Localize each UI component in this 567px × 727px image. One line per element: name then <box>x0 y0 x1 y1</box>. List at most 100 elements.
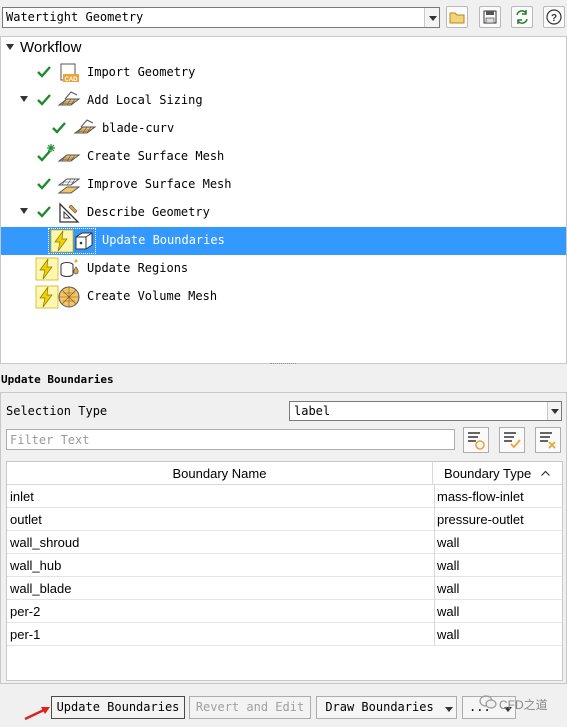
table-row[interactable]: wall_shroud wall <box>7 531 562 554</box>
draw-boundaries-button[interactable]: Draw Boundaries <box>316 696 457 719</box>
folder-icon <box>449 12 465 24</box>
workflow-tree[interactable]: Workflow CAD Import Geometry Add Local S… <box>0 36 567 364</box>
chevron-down-icon[interactable] <box>424 8 439 27</box>
boundary-name-cell: wall_blade <box>10 581 72 596</box>
boundary-name-cell: wall_hub <box>10 558 62 573</box>
expand-icon[interactable] <box>20 96 28 102</box>
update-boundaries-button[interactable]: Update Boundaries <box>51 696 185 719</box>
wechat-icon <box>479 695 497 709</box>
tree-item-label: Update Boundaries <box>102 233 225 247</box>
tree-item-import-geometry[interactable]: CAD Import Geometry <box>1 59 566 87</box>
boundary-type-cell[interactable]: wall <box>434 531 562 554</box>
tree-item-label: Describe Geometry <box>87 205 210 219</box>
svg-text:CAD: CAD <box>65 77 79 83</box>
table-row[interactable]: per-2 wall <box>7 600 562 623</box>
update-boundaries-panel: Selection Type label Boundary Name Bound… <box>0 392 567 684</box>
mesh-sizing-icon <box>57 91 81 106</box>
asterisk-icon <box>47 144 55 152</box>
help-button[interactable]: ? <box>543 6 565 28</box>
table-row[interactable]: inlet mass-flow-inlet <box>7 485 562 508</box>
tree-item-add-local-sizing[interactable]: Add Local Sizing <box>1 87 566 115</box>
tree-item-improve-surface-mesh[interactable]: Improve Surface Mesh <box>1 171 566 199</box>
red-arrow-pointer-icon <box>24 707 50 721</box>
boundary-name-cell: per-2 <box>10 604 41 619</box>
floppy-disk-icon <box>483 10 497 24</box>
lightning-icon <box>35 285 59 309</box>
open-folder-button[interactable] <box>446 6 468 28</box>
expand-icon[interactable] <box>20 208 28 214</box>
tree-item-label: Add Local Sizing <box>87 93 203 107</box>
boundary-name-cell: per-1 <box>10 627 41 642</box>
boundary-table: Boundary Name Boundary Type inlet mass-f… <box>6 461 563 681</box>
save-button[interactable] <box>479 6 501 28</box>
boundary-type-cell[interactable]: mass-flow-inlet <box>434 485 562 508</box>
boundary-name-cell: inlet <box>10 489 34 504</box>
volume-mesh-icon <box>58 286 80 308</box>
refresh-button[interactable] <box>511 6 533 28</box>
table-row[interactable]: per-1 wall <box>7 623 562 646</box>
chevron-down-icon[interactable] <box>445 707 453 712</box>
tree-item-label: Create Surface Mesh <box>87 149 225 163</box>
tree-root-workflow[interactable]: Workflow <box>1 37 566 59</box>
table-row[interactable]: wall_blade wall <box>7 577 562 600</box>
watermark-text: CFD之道 <box>499 698 548 712</box>
filter-input[interactable] <box>6 429 455 450</box>
boundary-type-cell[interactable]: wall <box>434 554 562 577</box>
chevron-down-icon[interactable] <box>547 402 561 420</box>
column-header-boundary-name[interactable]: Boundary Name <box>7 462 433 485</box>
workflow-select[interactable]: Watertight Geometry <box>2 7 440 28</box>
lightning-icon <box>50 229 74 253</box>
clear-list-icon <box>540 432 556 449</box>
tree-item-label: Improve Surface Mesh <box>87 177 232 191</box>
tree-item-update-regions[interactable]: Update Regions <box>1 255 566 283</box>
table-row[interactable]: wall_hub wall <box>7 554 562 577</box>
regions-icon <box>60 259 79 277</box>
boundary-name-cell: outlet <box>10 512 42 527</box>
draw-boundaries-label: Draw Boundaries <box>325 700 434 714</box>
boundary-type-cell[interactable]: wall <box>434 600 562 623</box>
boundary-type-cell[interactable]: wall <box>434 623 562 646</box>
select-filter-button[interactable] <box>463 427 489 453</box>
tree-item-label: Update Regions <box>87 261 189 275</box>
watermark: CFD之道 <box>477 689 565 717</box>
tree-item-blade-curv[interactable]: blade-curv <box>1 115 566 143</box>
boundary-type-cell[interactable]: pressure-outlet <box>434 508 562 531</box>
top-toolbar: Watertight Geometry ? <box>0 0 567 36</box>
svg-text:?: ? <box>551 13 557 24</box>
set-square-icon <box>59 202 80 223</box>
selection-type-value: label <box>294 404 331 418</box>
check-list-icon <box>504 432 521 449</box>
select-all-button[interactable] <box>499 427 525 453</box>
check-icon <box>37 206 51 218</box>
column-header-label: Boundary Type <box>444 466 532 481</box>
boundary-icon <box>75 232 93 250</box>
check-icon <box>37 66 51 78</box>
tree-item-create-volume-mesh[interactable]: Create Volume Mesh <box>1 283 566 311</box>
tree-item-update-boundaries[interactable]: Update Boundaries <box>1 227 566 255</box>
boundary-type-cell[interactable]: wall <box>434 577 562 600</box>
tree-item-label: Create Volume Mesh <box>87 289 218 303</box>
selection-type-select[interactable]: label <box>289 401 562 421</box>
tree-item-label: Import Geometry <box>87 65 196 79</box>
filter-list-icon <box>468 432 485 450</box>
section-title: Update Boundaries <box>1 373 114 386</box>
tree-root-label: Workflow <box>20 39 82 56</box>
workflow-select-value: Watertight Geometry <box>6 10 144 24</box>
deselect-all-button[interactable] <box>535 427 561 453</box>
revert-and-edit-button[interactable]: Revert and Edit <box>189 696 311 719</box>
check-icon <box>52 122 66 134</box>
expand-icon[interactable] <box>6 44 14 50</box>
check-icon <box>37 178 51 190</box>
lightning-icon <box>35 257 59 281</box>
refresh-icon <box>516 10 528 24</box>
check-icon <box>37 94 51 106</box>
tree-item-describe-geometry[interactable]: Describe Geometry <box>1 199 566 227</box>
panel-splitter[interactable] <box>270 363 296 366</box>
column-header-boundary-type[interactable]: Boundary Type <box>434 462 562 485</box>
selection-type-label: Selection Type <box>6 404 108 418</box>
tree-item-create-surface-mesh[interactable]: Create Surface Mesh <box>1 143 566 171</box>
help-icon: ? <box>546 9 562 25</box>
boundary-name-cell: wall_shroud <box>10 535 80 550</box>
table-header: Boundary Name Boundary Type <box>7 462 562 485</box>
table-row[interactable]: outlet pressure-outlet <box>7 508 562 531</box>
